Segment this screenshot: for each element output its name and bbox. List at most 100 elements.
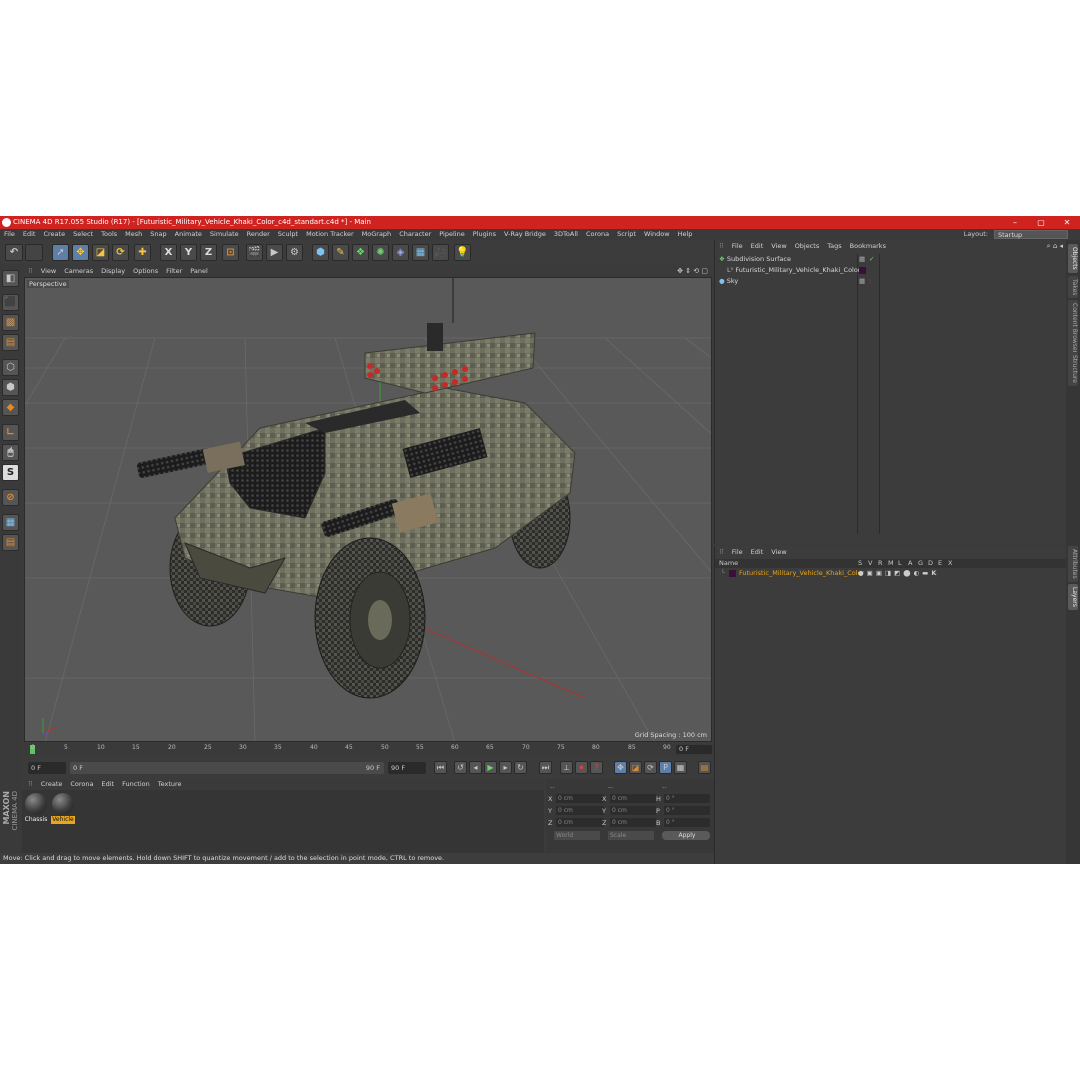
viewport-menu-options[interactable]: Options xyxy=(129,266,162,277)
menu-simulate[interactable]: Simulate xyxy=(206,229,243,240)
coordinate-system-icon[interactable]: ⊡ xyxy=(222,244,239,261)
material-menu-function[interactable]: Function xyxy=(118,779,154,790)
layer-menu-file[interactable]: File xyxy=(728,546,747,558)
apply-button[interactable]: Apply xyxy=(662,831,710,840)
menu-edit[interactable]: Edit xyxy=(19,229,40,240)
menu-help[interactable]: Help xyxy=(674,229,697,240)
live-selection-icon[interactable]: ➚ xyxy=(52,244,69,261)
timeline-window-icon[interactable]: ▤ xyxy=(698,761,711,774)
material-vehicle[interactable]: Vehicle xyxy=(51,793,75,826)
layer-menu-edit[interactable]: Edit xyxy=(747,546,768,558)
viewport-menu-cameras[interactable]: Cameras xyxy=(60,266,97,277)
viewport-menu-display[interactable]: Display xyxy=(97,266,129,277)
key-position-icon[interactable]: ✥ xyxy=(614,761,627,774)
menu-snap[interactable]: Snap xyxy=(146,229,170,240)
pen-spline-icon[interactable]: ✎ xyxy=(332,244,349,261)
menu-mesh[interactable]: Mesh xyxy=(121,229,146,240)
locked-workplane-icon[interactable]: ▤ xyxy=(2,534,19,551)
grid-icon[interactable]: ▦ xyxy=(2,514,19,531)
object-row-vehicle[interactable]: L⁰ Futuristic_Military_Vehicle_Khaki_Col… xyxy=(727,265,866,276)
key-param-icon[interactable]: P xyxy=(659,761,672,774)
x-axis-lock-icon[interactable]: X xyxy=(160,244,177,261)
next-frame-icon[interactable]: ▸ xyxy=(499,761,512,774)
subdivision-surface-icon[interactable]: ❖ xyxy=(352,244,369,261)
material-menu-texture[interactable]: Texture xyxy=(154,779,186,790)
viewport-menu-panel[interactable]: Panel xyxy=(186,266,212,277)
menu-create[interactable]: Create xyxy=(39,229,69,240)
position-x-field[interactable]: 0 cm xyxy=(556,794,604,803)
start-frame-field[interactable]: 0 F xyxy=(28,762,66,774)
object-menu-file[interactable]: File xyxy=(728,240,747,252)
cloner-icon[interactable]: ✺ xyxy=(372,244,389,261)
object-menu-edit[interactable]: Edit xyxy=(747,240,768,252)
material-menu-edit[interactable]: Edit xyxy=(98,779,119,790)
size-x-field[interactable]: 0 cm xyxy=(610,794,656,803)
close-button[interactable]: ✕ xyxy=(1054,216,1080,229)
make-editable-icon[interactable]: ◧ xyxy=(2,270,19,287)
key-pla-icon[interactable]: ▦ xyxy=(674,761,687,774)
previous-frame-icon[interactable]: ◂ xyxy=(469,761,482,774)
material-menu-create[interactable]: Create xyxy=(37,779,67,790)
object-row-sky[interactable]: ● Sky ▦ : xyxy=(719,276,871,287)
object-row-subdivision[interactable]: ❖ Subdivision Surface ▦ ✓ xyxy=(719,254,874,265)
recent-tools-icon[interactable]: ✚ xyxy=(134,244,151,261)
z-axis-lock-icon[interactable]: Z xyxy=(200,244,217,261)
menu-window[interactable]: Window xyxy=(640,229,674,240)
object-menu-view[interactable]: View xyxy=(767,240,790,252)
layer-toggle-icons[interactable]: ●▣▣◨◩⬤◐▬𝗞 xyxy=(858,569,939,578)
tab-attributes[interactable]: Attributes xyxy=(1068,546,1078,582)
object-menu-objects[interactable]: Objects xyxy=(791,240,824,252)
coordinate-mode-dropdown[interactable]: World xyxy=(554,831,600,840)
autokey-icon[interactable]: ? xyxy=(590,761,603,774)
floor-icon[interactable]: ▦ xyxy=(412,244,429,261)
enable-axis-icon[interactable]: ∟ xyxy=(2,424,19,441)
material-menu-corona[interactable]: Corona xyxy=(66,779,97,790)
model-mode-icon[interactable]: ⬛ xyxy=(2,294,19,311)
menu-motion-tracker[interactable]: Motion Tracker xyxy=(302,229,358,240)
timeline-ruler[interactable]: 0 5 10 15 20 25 30 35 40 45 50 55 60 65 … xyxy=(24,743,714,756)
viewport-nav-icons[interactable]: ✥ ⇕ ⟲ ▢ xyxy=(677,266,708,277)
move-tool-icon[interactable]: ✥ xyxy=(72,244,89,261)
snapping-icon[interactable]: S xyxy=(2,464,19,481)
workplane-icon[interactable]: ▤ xyxy=(2,334,19,351)
viewport-menu-filter[interactable]: Filter xyxy=(162,266,186,277)
frame-range-slider[interactable]: 0 F 90 F xyxy=(70,762,384,774)
deformer-icon[interactable]: ◈ xyxy=(392,244,409,261)
layout-dropdown[interactable]: Startup xyxy=(994,230,1068,239)
position-z-field[interactable]: 0 cm xyxy=(556,818,604,827)
menu-script[interactable]: Script xyxy=(613,229,640,240)
object-menu-tags[interactable]: Tags xyxy=(823,240,845,252)
layer-expand-icon[interactable]: └ xyxy=(721,569,725,578)
cube-primitive-icon[interactable]: ⬢ xyxy=(312,244,329,261)
viewport-menu-view[interactable]: View xyxy=(37,266,60,277)
rotate-tool-icon[interactable]: ⟳ xyxy=(112,244,129,261)
texture-mode-icon[interactable]: ▩ xyxy=(2,314,19,331)
light-icon[interactable]: 💡 xyxy=(454,244,471,261)
maximize-button[interactable]: ▢ xyxy=(1028,216,1054,229)
max-frame-field[interactable]: 90 F xyxy=(388,762,426,774)
undo-icon[interactable]: ↶ xyxy=(5,244,23,261)
timeline-frame-field[interactable]: 0 F xyxy=(676,745,712,754)
perspective-viewport[interactable]: Perspective Grid Spacing : 100 cm xyxy=(24,277,712,742)
position-y-field[interactable]: 0 cm xyxy=(556,806,604,815)
size-mode-dropdown[interactable]: Scale xyxy=(608,831,654,840)
viewport-camera-label[interactable]: Perspective xyxy=(27,280,69,288)
render-picture-viewer-icon[interactable]: ▶ xyxy=(266,244,283,261)
previous-key-icon[interactable]: ↺ xyxy=(454,761,467,774)
menu-3dtoall[interactable]: 3DToAll xyxy=(550,229,582,240)
go-to-start-icon[interactable]: ⏮ xyxy=(434,761,447,774)
menu-vray-bridge[interactable]: V-Ray Bridge xyxy=(500,229,550,240)
points-mode-icon[interactable]: ⬡ xyxy=(2,359,19,376)
minimize-button[interactable]: – xyxy=(1002,216,1028,229)
tab-structure[interactable]: Structure xyxy=(1068,352,1078,386)
visibility-dot-icon[interactable]: : xyxy=(869,276,871,287)
menu-pipeline[interactable]: Pipeline xyxy=(435,229,468,240)
next-key-icon[interactable]: ↻ xyxy=(514,761,527,774)
rotation-h-field[interactable]: 0 ° xyxy=(664,794,710,803)
menu-animate[interactable]: Animate xyxy=(171,229,206,240)
menu-mograph[interactable]: MoGraph xyxy=(358,229,396,240)
enabled-check-icon[interactable]: ✓ xyxy=(869,254,874,265)
render-settings-icon[interactable]: ⚙ xyxy=(286,244,303,261)
menu-select[interactable]: Select xyxy=(69,229,97,240)
menu-tools[interactable]: Tools xyxy=(97,229,121,240)
